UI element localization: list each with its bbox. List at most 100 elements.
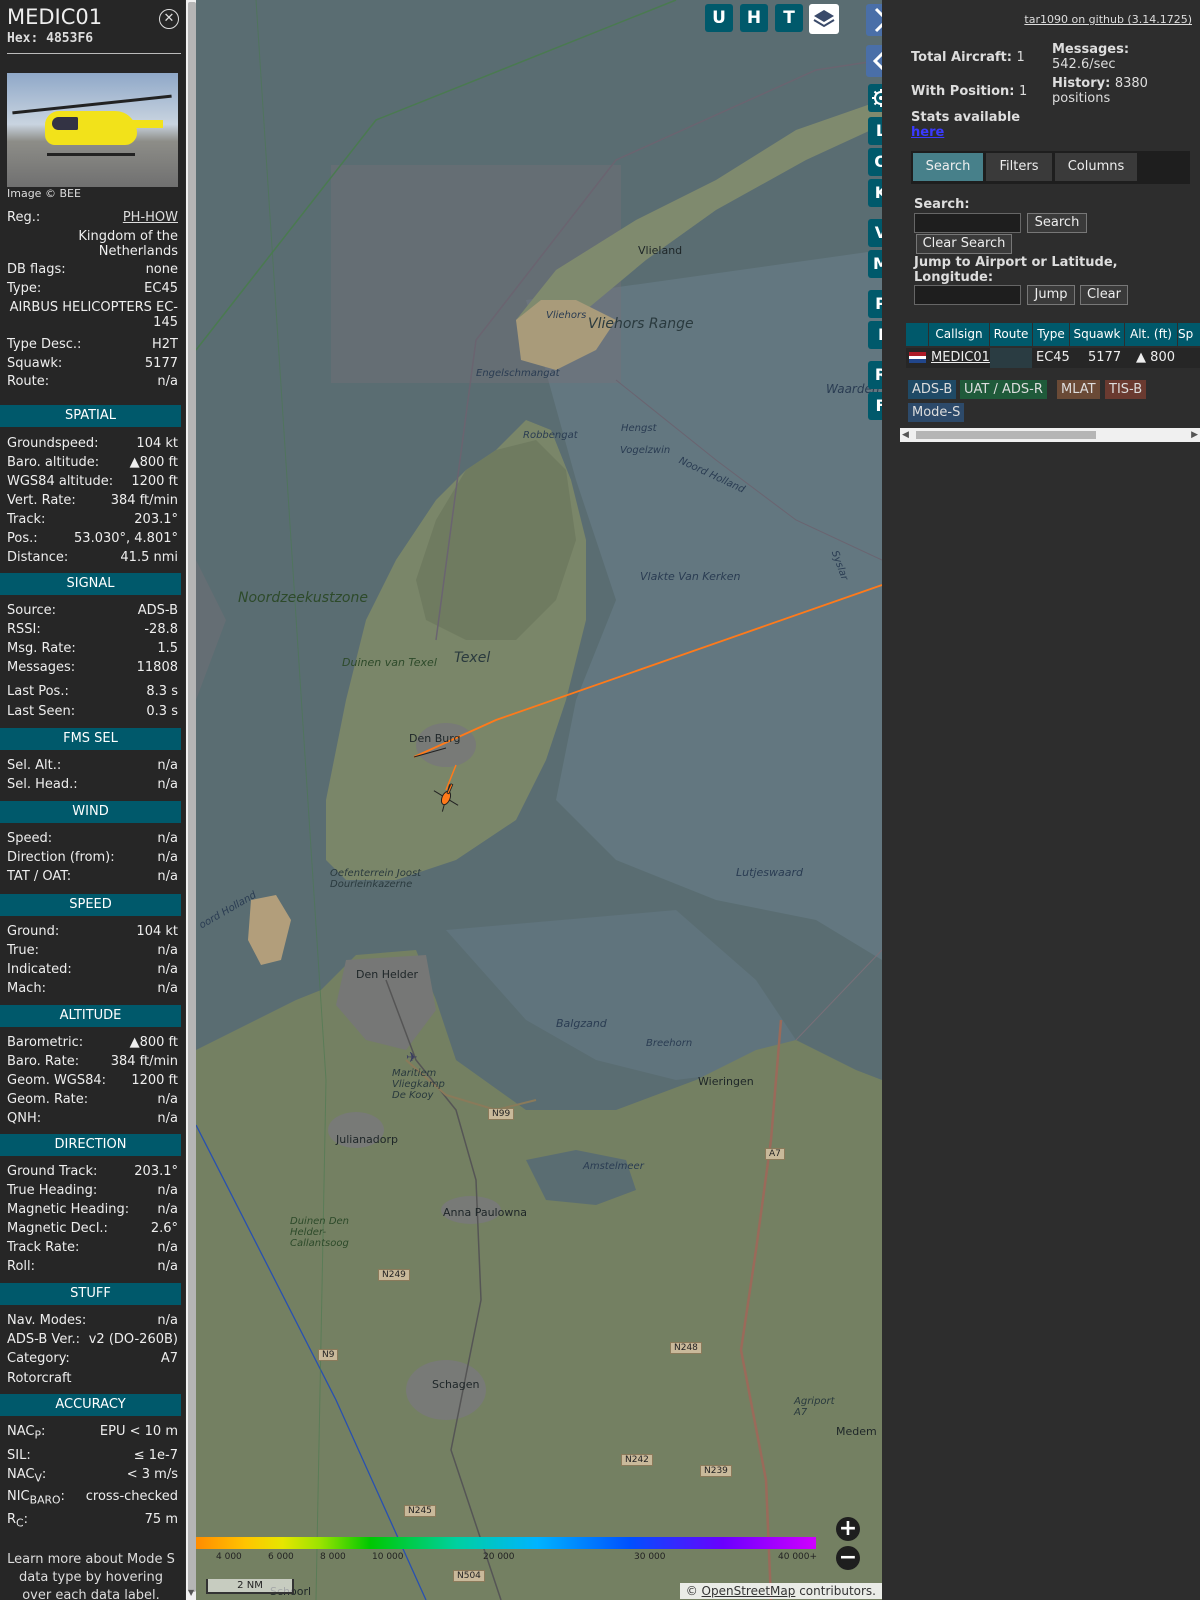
tab-columns[interactable]: Columns xyxy=(1055,153,1137,181)
map-label: Vliehors xyxy=(546,310,587,321)
altitude-scale-tick: 6 000 xyxy=(268,1552,294,1562)
toolbar-button-f[interactable]: F xyxy=(868,392,882,420)
section-wind: WIND xyxy=(0,801,181,823)
osm-link[interactable]: OpenStreetMap xyxy=(702,1584,796,1598)
map-label: Vlieland xyxy=(638,244,683,257)
altitude-scale-tick: 4 000 xyxy=(216,1552,242,1562)
magnetic-heading-row: Magnetic Heading: n/a xyxy=(7,1202,178,1217)
map-label: Robbengat xyxy=(523,430,578,441)
distance-row: Distance: 41.5 nmi xyxy=(7,550,178,565)
column-speed[interactable]: Sp xyxy=(1178,323,1200,346)
map-label: Balgzand xyxy=(556,1017,607,1030)
search-button[interactable]: Search xyxy=(1027,213,1087,233)
distance-scale-bar: 2 NM xyxy=(206,1579,294,1594)
scroll-right-icon[interactable]: ▶ xyxy=(1191,428,1198,442)
table-horizontal-scrollbar[interactable]: ◀ ▶ xyxy=(900,428,1200,442)
indicated-speed-row: Indicated: n/a xyxy=(7,962,178,977)
column-callsign[interactable]: Callsign xyxy=(929,323,990,346)
row-callsign[interactable]: MEDIC01 xyxy=(931,348,990,368)
section-speed: SPEED xyxy=(0,894,181,916)
toolbar-button-p[interactable]: P xyxy=(868,290,882,318)
scrollbar-thumb[interactable] xyxy=(916,431,1096,439)
toolbar-button-u[interactable]: U xyxy=(705,4,733,32)
expand-right-icon[interactable] xyxy=(866,4,882,36)
map-canvas: ✈ xyxy=(196,0,882,1600)
map-label: Noordzeekustzone xyxy=(238,590,368,606)
jump-input[interactable] xyxy=(914,285,1021,305)
sel-head-row: Sel. Head.: n/a xyxy=(7,777,178,792)
tab-filters[interactable]: Filters xyxy=(986,153,1052,181)
github-link[interactable]: tar1090 on github (3.14.1725) xyxy=(1024,13,1192,26)
groundspeed-row: Groundspeed: 104 kt xyxy=(7,436,178,451)
column-flag[interactable] xyxy=(906,323,929,346)
road-badge: N504 xyxy=(453,1570,485,1582)
toolbar-button-t[interactable]: T xyxy=(775,4,803,32)
search-input[interactable] xyxy=(914,213,1021,233)
scroll-down-icon[interactable]: ▼ xyxy=(188,1588,194,1597)
row-altitude: ▲ 800 xyxy=(1136,350,1175,365)
map-label: Vliehors Range xyxy=(588,316,694,332)
typedesc-row: Type Desc.: H2T xyxy=(7,337,178,352)
row-route xyxy=(990,348,1032,368)
toolbar-button-k[interactable]: K xyxy=(868,179,882,207)
ground-track-row: Ground Track: 203.1° xyxy=(7,1164,178,1179)
zoom-out-icon[interactable]: − xyxy=(836,1546,860,1570)
image-credit: Image © BEE xyxy=(7,187,81,200)
column-type[interactable]: Type xyxy=(1033,323,1070,346)
dbflags-row: DB flags: none xyxy=(7,262,178,277)
toolbar-button-v[interactable]: V xyxy=(868,219,882,247)
close-icon[interactable]: ✕ xyxy=(159,9,179,29)
map-label: Vogelzwin xyxy=(620,445,671,456)
row-squawk: 5177 xyxy=(1088,350,1122,365)
type-row: Type: EC45 xyxy=(7,281,178,296)
total-aircraft: Total Aircraft: 1 xyxy=(911,50,1025,65)
map-label: Breehorn xyxy=(646,1038,693,1049)
position-row: Pos.: 53.030°, 4.801° xyxy=(7,531,178,546)
toolbar-button-h[interactable]: H xyxy=(740,4,768,32)
msg-rate-row: Msg. Rate: 1.5 xyxy=(7,641,178,656)
baro-rate-row: Baro. Rate: 384 ft/min xyxy=(7,1054,178,1069)
aircraft-photo[interactable] xyxy=(7,73,178,187)
collapse-left-icon[interactable] xyxy=(866,45,882,77)
altitude-scale-tick: 20 000 xyxy=(483,1552,515,1562)
toolbar-button-r[interactable]: R xyxy=(868,361,882,389)
nic-baro-row: NICBARO: cross-checked xyxy=(7,1489,178,1507)
zoom-in-icon[interactable]: + xyxy=(836,1517,860,1541)
selected-callsign: MEDIC01 xyxy=(7,5,103,29)
altitude-color-scale xyxy=(196,1537,816,1549)
netherlands-flag-icon xyxy=(909,352,926,363)
help-text: Learn more about Mode S data type by hov… xyxy=(7,1552,175,1600)
toolbar-button-l[interactable]: L xyxy=(868,117,882,145)
column-squawk[interactable]: Squawk xyxy=(1070,323,1125,346)
column-route[interactable]: Route xyxy=(990,323,1033,346)
tab-search[interactable]: Search xyxy=(913,153,983,181)
column-altitude[interactable]: Alt. (ft) xyxy=(1125,323,1178,346)
gear-icon[interactable] xyxy=(868,84,882,112)
section-altitude: ALTITUDE xyxy=(0,1005,181,1027)
reg-link[interactable]: PH-HOW xyxy=(123,210,178,225)
jump-button[interactable]: Jump xyxy=(1027,285,1075,305)
legend-tisb: TIS-B xyxy=(1105,380,1147,399)
stats-link[interactable]: here xyxy=(911,125,944,140)
scroll-left-icon[interactable]: ◀ xyxy=(902,428,909,442)
clear-search-button[interactable]: Clear Search xyxy=(916,234,1012,254)
source-row: Source: ADS-B xyxy=(7,603,178,618)
section-accuracy: ACCURACY xyxy=(0,1394,181,1416)
section-stuff: STUFF xyxy=(0,1283,181,1305)
toolbar-button-o[interactable]: O xyxy=(868,148,882,176)
altitude-scale-tick: 30 000 xyxy=(634,1552,666,1562)
clear-button[interactable]: Clear xyxy=(1080,285,1128,305)
road-badge: A7 xyxy=(765,1148,785,1160)
aircraft-list-panel: tar1090 on github (3.14.1725) Total Airc… xyxy=(900,0,1200,1600)
squawk-row: Squawk: 5177 xyxy=(7,356,178,371)
map-view[interactable]: ✈ Vlieland Vliehors Range Vliehors Engel… xyxy=(196,0,882,1600)
table-row[interactable]: MEDIC01 EC45 5177 ▲ 800 xyxy=(906,348,1200,368)
layers-icon[interactable] xyxy=(809,4,839,34)
scrollbar-thumb[interactable] xyxy=(188,2,196,1592)
sel-alt-row: Sel. Alt.: n/a xyxy=(7,758,178,773)
map-label: Den Helder xyxy=(356,968,419,981)
toolbar-button-i[interactable]: I xyxy=(868,321,882,349)
true-heading-row: True Heading: n/a xyxy=(7,1183,178,1198)
toolbar-button-m[interactable]: M xyxy=(868,250,882,278)
aircraft-info-panel: MEDIC01 Hex: 4853F6 ✕ Image © BEE Reg.: P… xyxy=(0,0,185,1600)
